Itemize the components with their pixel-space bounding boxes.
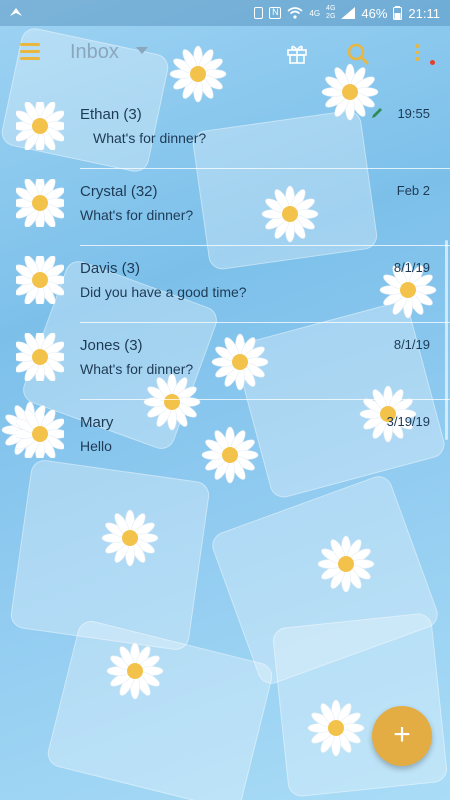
- network-label: 2G: [326, 13, 336, 20]
- conversation-list: Ethan (3) What's for dinner? 19:55 Cryst…: [0, 92, 450, 477]
- contact-name: Crystal (32): [80, 183, 158, 200]
- network-stack: 4G 2G: [326, 5, 335, 21]
- contact-name: Mary: [80, 414, 114, 431]
- search-icon[interactable]: [346, 42, 370, 66]
- avatar[interactable]: [16, 333, 64, 381]
- message-snippet: Did you have a good time?: [80, 284, 247, 300]
- sim-icon: [254, 7, 264, 19]
- avatar[interactable]: [16, 102, 64, 150]
- chevron-down-icon[interactable]: [136, 47, 148, 54]
- page-title[interactable]: Inbox: [70, 41, 119, 64]
- message-snippet: What's for dinner?: [93, 130, 207, 146]
- avatar[interactable]: [16, 179, 64, 227]
- app-bar: Inbox: [0, 26, 450, 82]
- daisy-decoration: [307, 699, 365, 757]
- conversation-row[interactable]: Ethan (3) What's for dinner? 19:55: [0, 92, 450, 169]
- compose-button[interactable]: +: [372, 706, 432, 766]
- notification-icon: [10, 8, 22, 16]
- clock: 21:11: [408, 5, 440, 21]
- contact-name: Jones (3): [80, 337, 143, 354]
- notification-dot: [430, 60, 435, 65]
- message-time: 8/1/19: [393, 260, 430, 275]
- conversation-row[interactable]: Jones (3) What's for dinner? 8/1/19: [0, 323, 450, 400]
- avatar[interactable]: [16, 256, 64, 304]
- status-bar: N 4G 4G 2G 46% 21:11: [0, 0, 450, 26]
- daisy-decoration: [106, 642, 164, 700]
- wifi-icon: [287, 7, 303, 19]
- contact-name: Davis (3): [80, 260, 141, 277]
- message-snippet: What's for dinner?: [80, 361, 194, 377]
- conversation-row[interactable]: Mary Hello 3/19/19: [0, 400, 450, 477]
- message-time: Feb 2: [396, 183, 430, 198]
- message-time: 8/1/19: [393, 337, 430, 352]
- nfc-icon: N: [269, 7, 282, 19]
- network-label: 4G: [309, 8, 321, 18]
- message-snippet: What's for dinner?: [80, 207, 194, 223]
- conversation-row[interactable]: Davis (3) Did you have a good time? 8/1/…: [0, 246, 450, 323]
- more-vert-icon[interactable]: [414, 44, 420, 66]
- hamburger-menu-icon[interactable]: [20, 43, 40, 61]
- daisy-decoration: [317, 535, 375, 593]
- battery-level: 46%: [361, 5, 388, 21]
- daisy-decoration: [101, 509, 159, 567]
- scrollbar[interactable]: [445, 240, 448, 440]
- battery-icon: [393, 6, 403, 20]
- avatar[interactable]: [16, 410, 64, 458]
- contact-name: Ethan (3): [80, 106, 142, 123]
- signal-icon: [341, 7, 356, 19]
- network-label: 4G: [326, 5, 336, 12]
- gift-icon[interactable]: [286, 42, 308, 64]
- pencil-icon: [372, 108, 382, 118]
- message-snippet: Hello: [80, 438, 112, 454]
- conversation-row[interactable]: Crystal (32) What's for dinner? Feb 2: [0, 169, 450, 246]
- message-time: 19:55: [397, 106, 430, 121]
- message-time: 3/19/19: [386, 414, 430, 429]
